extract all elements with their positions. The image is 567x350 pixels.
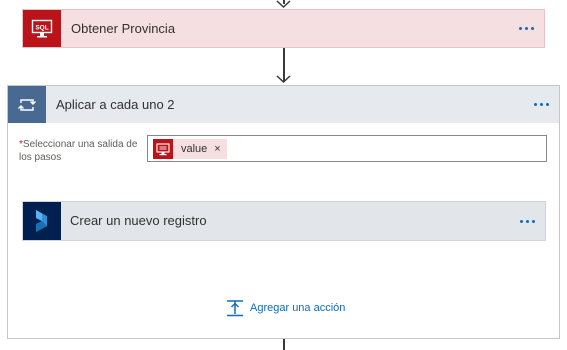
connector-top-arrow (276, 0, 291, 8)
apply-to-each-more-button[interactable] (534, 86, 549, 123)
more-dot-icon (519, 27, 522, 30)
dynamics-icon (23, 202, 61, 240)
dynamics-step-more-button[interactable] (520, 202, 535, 240)
svg-text:SQL: SQL (35, 24, 48, 31)
connector-bottom (283, 339, 285, 350)
add-action-button[interactable]: Agregar una acción (226, 299, 345, 317)
more-dot-icon (520, 219, 523, 223)
connector-middle-arrow (276, 75, 291, 83)
value-token[interactable]: value × (153, 139, 227, 159)
more-dot-icon (532, 219, 535, 223)
apply-to-each-header[interactable]: Aplicar a cada uno 2 (8, 86, 559, 123)
flow-canvas: SQL Obtener Provincia Aplicar a cada uno… (0, 0, 567, 350)
insert-step-icon (227, 300, 243, 317)
loop-icon (8, 86, 46, 123)
select-output-input[interactable]: value × (147, 135, 547, 162)
more-dot-icon (546, 103, 549, 106)
value-token-label: value (181, 143, 208, 155)
more-dot-icon (531, 27, 534, 30)
sql-step-card[interactable]: SQL Obtener Provincia (22, 9, 545, 48)
add-action-label: Agregar una acción (250, 302, 346, 314)
more-dot-icon (525, 27, 528, 30)
dynamics-step-title: Crear un nuevo registro (70, 213, 207, 228)
more-dot-icon (526, 219, 529, 223)
select-output-label-text: Seleccionar una salida de los pasos (19, 139, 138, 163)
dynamics-step-card[interactable]: Crear un nuevo registro (22, 201, 546, 241)
select-output-label: *Seleccionar una salida de los pasos (19, 138, 139, 164)
more-dot-icon (534, 103, 537, 106)
more-dot-icon (540, 103, 543, 106)
apply-to-each-container: Aplicar a cada uno 2 *Seleccionar una sa… (7, 85, 560, 339)
sql-server-icon (153, 139, 173, 159)
sql-server-icon: SQL (23, 10, 61, 47)
remove-token-icon[interactable]: × (214, 143, 220, 155)
sql-step-title: Obtener Provincia (71, 21, 176, 36)
sql-step-more-button[interactable] (519, 10, 534, 47)
apply-to-each-title: Aplicar a cada uno 2 (56, 97, 175, 112)
